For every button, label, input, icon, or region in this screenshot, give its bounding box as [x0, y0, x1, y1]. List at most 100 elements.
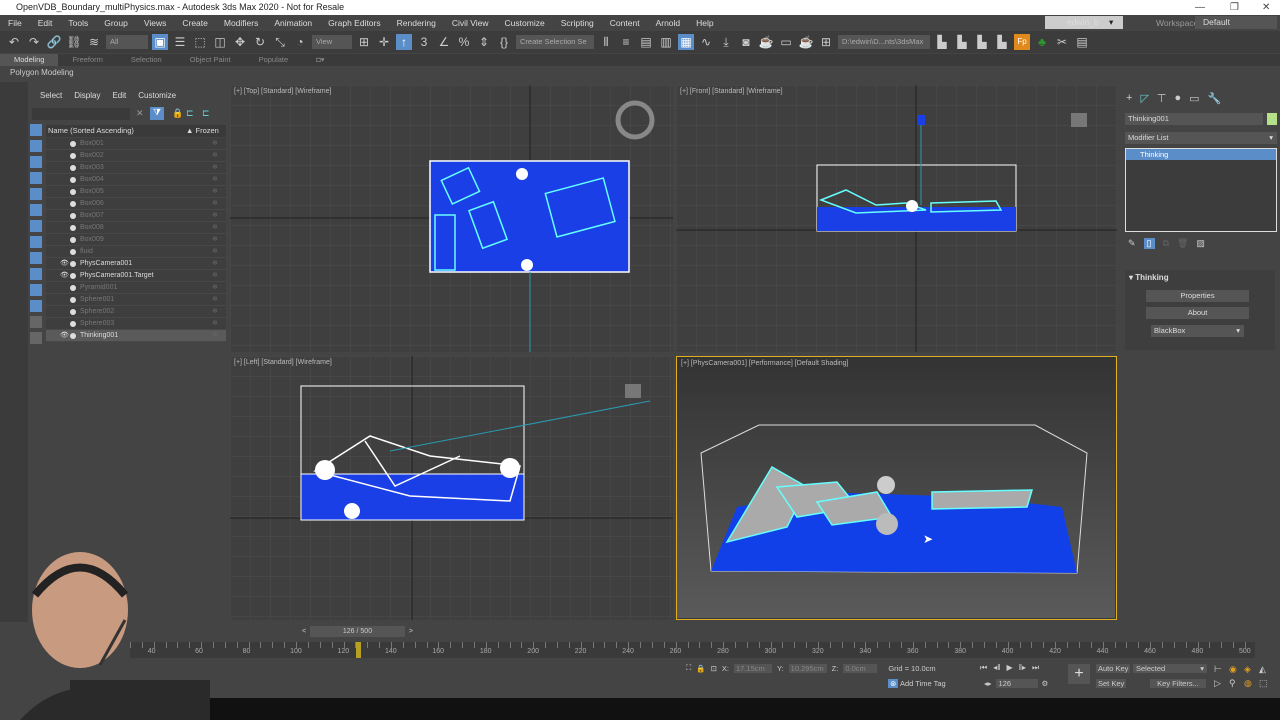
properties-button[interactable]: Properties [1146, 290, 1249, 302]
set-key-big-icon[interactable]: + [1068, 664, 1090, 684]
menu-create[interactable]: Create [174, 18, 216, 28]
explorer-menu-edit[interactable]: Edit [112, 91, 126, 100]
motion-tab-icon[interactable]: ● [1175, 92, 1182, 105]
project-settings-icon[interactable]: ▙ [934, 34, 950, 50]
project-template-icon[interactable]: ▙ [994, 34, 1010, 50]
cameras-filter-icon[interactable] [30, 172, 42, 184]
fumefx-icon[interactable]: Fp [1014, 34, 1030, 50]
mirror-icon[interactable]: ⫴ [598, 34, 614, 50]
auto-key-button[interactable]: Auto Key [1096, 664, 1131, 673]
schematic-view-icon[interactable]: ⤓ [718, 34, 734, 50]
frozen-filter-icon[interactable] [30, 284, 42, 296]
about-button[interactable]: About [1146, 307, 1249, 319]
freeze-toggle-icon[interactable]: ❄ [212, 294, 218, 306]
freeze-toggle-icon[interactable]: ❄ [212, 198, 218, 210]
hidden-filter-icon[interactable] [30, 300, 42, 312]
user-account-dropdown[interactable]: edwin_b ▾ [1045, 16, 1123, 29]
material-editor-icon[interactable]: ◙ [738, 34, 754, 50]
walk-through-icon[interactable]: ⚲ [1229, 678, 1244, 689]
snaps-toggle-icon[interactable]: 3 [416, 34, 432, 50]
render-setup-icon[interactable]: ☕ [758, 34, 774, 50]
y-coordinate-field[interactable]: 10.295cm [788, 663, 827, 673]
freeze-toggle-icon[interactable]: ❄ [212, 162, 218, 174]
tab-freeform[interactable]: Freeform [58, 54, 116, 66]
track-bar[interactable]: 40 60 80 100 120 140 160 180 200 220 240 260 280 300 3… [130, 642, 1255, 658]
freeze-toggle-icon[interactable]: ❄ [212, 270, 218, 282]
absolute-mode-icon[interactable]: ⊡ [711, 664, 717, 673]
tab-object-paint[interactable]: Object Paint [176, 54, 245, 66]
explorer-row[interactable]: Box002 ❄ [46, 150, 226, 162]
explorer-row[interactable]: fluid ❄ [46, 246, 226, 258]
lock-icon[interactable]: 🔒 [172, 108, 183, 119]
viewport-camera[interactable]: [+] [PhysCamera001] [Performance] [Defau… [676, 356, 1117, 620]
freeze-toggle-icon[interactable]: ❄ [212, 246, 218, 258]
groups-filter-icon[interactable] [30, 220, 42, 232]
blackbox-dropdown[interactable]: BlackBox ▾ [1151, 325, 1244, 337]
name-column-header[interactable]: Name (Sorted Ascending) [48, 126, 134, 135]
z-coordinate-field[interactable]: 0.0cm [843, 663, 878, 673]
zoom-icon[interactable]: ⊢ [1214, 664, 1229, 675]
project-folder-dropdown[interactable]: D:\edwin\D...nts\3dsMax [838, 35, 930, 49]
explorer-row[interactable]: Sphere002 ❄ [46, 306, 226, 318]
menu-scripting[interactable]: Scripting [553, 18, 602, 28]
explorer-menu-select[interactable]: Select [40, 91, 62, 100]
minimize-button[interactable]: — [1195, 0, 1205, 15]
x-coordinate-field[interactable]: 17.15cm [733, 663, 772, 673]
current-frame-marker[interactable] [355, 642, 361, 658]
containers-filter-icon[interactable] [30, 268, 42, 280]
explorer-row[interactable]: Sphere001 ❄ [46, 294, 226, 306]
bind-space-warp-icon[interactable]: ≋ [86, 34, 102, 50]
key-filters-button[interactable]: Key Filters... [1150, 679, 1206, 688]
freeze-toggle-icon[interactable]: ❄ [212, 306, 218, 318]
hierarchy-tab-icon[interactable]: ⊤ [1157, 92, 1167, 105]
workspace-dropdown[interactable]: Default [1195, 16, 1277, 29]
undo-icon[interactable]: ↶ [6, 34, 22, 50]
hierarchy-icon[interactable]: ⊏ [186, 108, 194, 119]
explorer-row[interactable]: 👁 PhysCamera001.Target ❄ [46, 270, 226, 282]
tab-modeling[interactable]: Modeling [0, 54, 59, 66]
layers-icon[interactable]: ⊏ [202, 108, 210, 119]
modifier-list-dropdown[interactable]: Modifier List ▾ [1125, 132, 1277, 144]
pin-stack-icon[interactable]: ✎ [1128, 238, 1136, 249]
viewport-left[interactable]: [+] [Left] [Standard] [Wireframe] [230, 356, 673, 620]
create-project-icon[interactable]: ▙ [974, 34, 990, 50]
pan-icon[interactable]: ▷ [1214, 678, 1229, 689]
menu-customize[interactable]: Customize [497, 18, 553, 28]
modifier-stack-item[interactable]: Thinking [1126, 149, 1276, 160]
object-name-field[interactable]: Thinking001 [1125, 113, 1263, 125]
scene-explorer-icon[interactable]: ▤ [638, 34, 654, 50]
play-icon[interactable]: ▶ [1007, 663, 1013, 673]
freeze-toggle-icon[interactable]: ❄ [212, 234, 218, 246]
make-unique-icon[interactable]: ⧉ [1163, 238, 1169, 249]
menu-tools[interactable]: Tools [60, 18, 96, 28]
edit-named-selection-icon[interactable]: {} [496, 34, 512, 50]
move-icon[interactable]: ✥ [232, 34, 248, 50]
spreadsheet-icon[interactable]: ▤ [1074, 34, 1090, 50]
menu-edit[interactable]: Edit [30, 18, 61, 28]
current-frame-field[interactable]: 126 [995, 679, 1038, 688]
go-to-end-icon[interactable]: ⏭ [1032, 663, 1039, 673]
tools-icon[interactable]: ✂ [1054, 34, 1070, 50]
explorer-row[interactable]: Box007 ❄ [46, 210, 226, 222]
display-none-icon[interactable] [30, 332, 42, 344]
modify-tab-icon[interactable]: ◸ [1140, 92, 1148, 105]
rendered-frame-window-icon[interactable]: ▭ [778, 34, 794, 50]
tab-populate[interactable]: Populate [245, 54, 303, 66]
link-icon[interactable]: 🔗 [46, 34, 62, 50]
prev-frame-button[interactable]: < [302, 626, 306, 637]
rollout-title[interactable]: ▾ Thinking [1129, 273, 1169, 282]
remove-modifier-icon[interactable]: 🗑 [1177, 238, 1188, 249]
helpers-filter-icon[interactable] [30, 188, 42, 200]
lights-filter-icon[interactable] [30, 156, 42, 168]
display-tab-icon[interactable]: ▭ [1189, 92, 1199, 105]
viewport-front[interactable]: [+] [Front] [Standard] [Wireframe] [676, 85, 1117, 352]
rotate-icon[interactable]: ↻ [252, 34, 268, 50]
align-icon[interactable]: ≡ [618, 34, 634, 50]
freeze-toggle-icon[interactable]: ❄ [212, 186, 218, 198]
viewport-label[interactable]: [+] [Front] [Standard] [Wireframe] [680, 88, 783, 95]
geometry-filter-icon[interactable] [30, 124, 42, 136]
redo-icon[interactable]: ↷ [26, 34, 42, 50]
freeze-toggle-icon[interactable]: ❄ [212, 258, 218, 270]
frozen-column-header[interactable]: ▲ Frozen [186, 125, 219, 137]
menu-arnold[interactable]: Arnold [648, 18, 689, 28]
